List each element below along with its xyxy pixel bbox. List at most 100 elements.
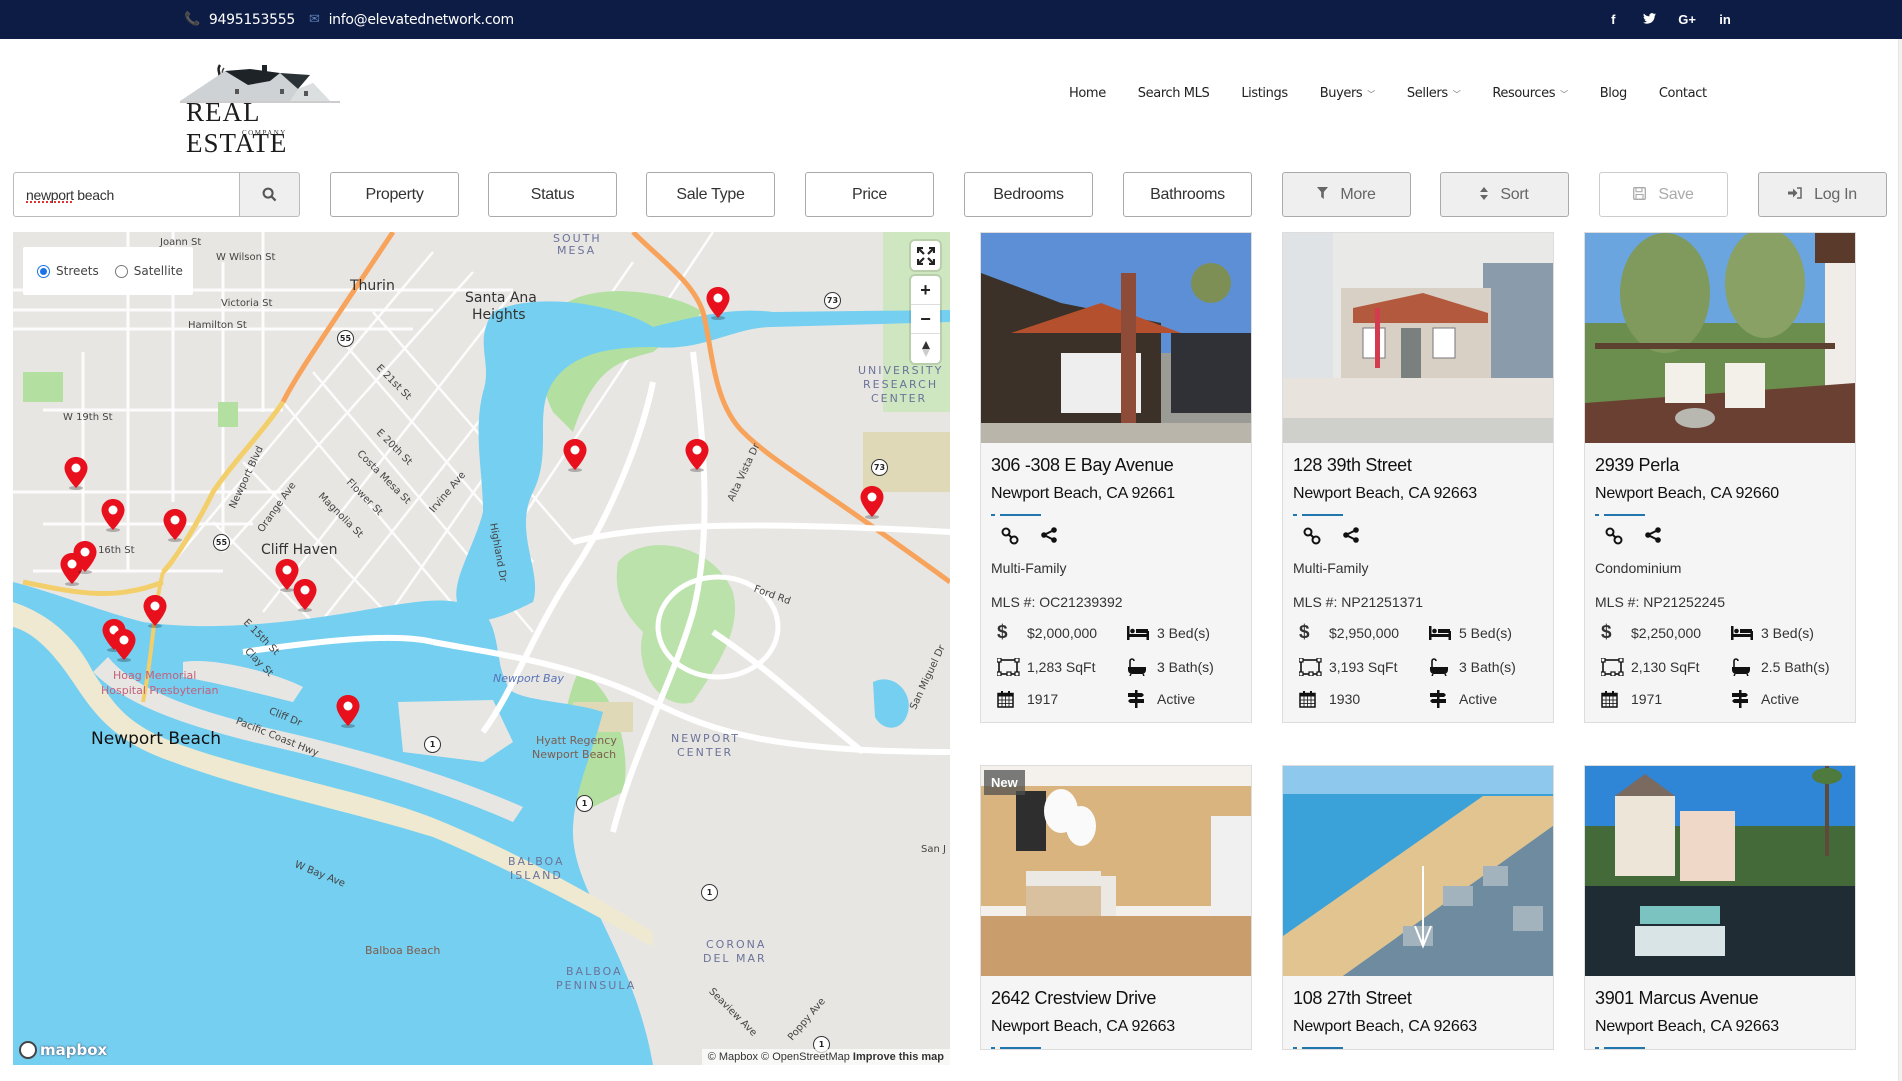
share-icon[interactable]: [1645, 527, 1661, 550]
listing-address[interactable]: 128 39th Street: [1293, 455, 1543, 476]
listing-card[interactable]: 3901 Marcus Avenue Newport Beach, CA 926…: [1584, 765, 1856, 1050]
listing-card[interactable]: 306 -308 E Bay Avenue Newport Beach, CA …: [980, 232, 1252, 723]
listing-photo[interactable]: [1283, 766, 1553, 976]
listing-address[interactable]: 3901 Marcus Avenue: [1595, 988, 1845, 1009]
fullscreen-button[interactable]: [911, 241, 940, 270]
sqft-value: 3,193 SqFt: [1329, 659, 1398, 675]
listing-card[interactable]: 2939 Perla Newport Beach, CA 92660 Condo…: [1584, 232, 1856, 723]
listing-photo[interactable]: [1585, 233, 1855, 443]
accent-divider: [1595, 1047, 1645, 1049]
expand-icon: [916, 246, 935, 265]
phone-number[interactable]: 9495153555: [209, 12, 295, 28]
map-marker-pin[interactable]: [292, 578, 318, 612]
share-icon[interactable]: [1343, 527, 1359, 550]
email-address[interactable]: info@elevatednetwork.com: [329, 12, 515, 28]
sqft-fact: 1,283 SqFt: [997, 658, 1127, 676]
location-search-input[interactable]: [13, 172, 240, 217]
listing-card[interactable]: 128 39th Street Newport Beach, CA 92663 …: [1282, 232, 1554, 723]
sale-type-filter-button[interactable]: Sale Type: [646, 172, 775, 217]
nav-contact[interactable]: Contact: [1643, 86, 1723, 101]
map-marker-pin[interactable]: [335, 694, 361, 728]
radio-satellite[interactable]: [114, 264, 128, 278]
listing-address[interactable]: 2939 Perla: [1595, 455, 1845, 476]
mapbox-logo[interactable]: mapbox: [19, 1041, 107, 1059]
nav-resources[interactable]: Resources ﹀: [1476, 86, 1583, 101]
google-plus-icon[interactable]: G+: [1678, 12, 1696, 27]
listing-photo[interactable]: [1585, 766, 1855, 976]
map-marker-pin[interactable]: [684, 438, 710, 472]
link-icon[interactable]: [1303, 527, 1321, 550]
compass-icon: [921, 340, 930, 357]
more-filters-button[interactable]: More: [1282, 172, 1411, 217]
nav-sellers[interactable]: Sellers ﹀: [1391, 86, 1476, 101]
improve-map-link[interactable]: Improve this map: [853, 1051, 944, 1063]
dollar-icon: $: [997, 622, 1008, 643]
map-type-satellite[interactable]: Satellite: [114, 264, 183, 278]
listing-photo[interactable]: [1283, 233, 1553, 443]
listings-map[interactable]: Joann St W Wilson St Thurin Victoria St …: [13, 232, 950, 1065]
button-label: Log In: [1814, 185, 1857, 203]
facebook-icon[interactable]: f: [1606, 12, 1620, 27]
top-contact-bar: 📞 9495153555 ✉ info@elevatednetwork.com …: [0, 0, 1902, 39]
price-value: $2,950,000: [1329, 625, 1400, 641]
map-marker-pin[interactable]: [162, 508, 188, 542]
signpost-icon: [1429, 690, 1455, 708]
listing-address[interactable]: 306 -308 E Bay Avenue: [991, 455, 1241, 476]
map-marker-pin[interactable]: [142, 594, 168, 628]
bathrooms-filter-button[interactable]: Bathrooms: [1123, 172, 1252, 217]
listing-address[interactable]: 2642 Crestview Drive: [991, 988, 1241, 1009]
company-logo[interactable]: REAL ESTATE COMPANY: [180, 59, 360, 158]
map-marker-pin[interactable]: [111, 628, 137, 662]
nav-blog[interactable]: Blog: [1584, 86, 1643, 101]
map-marker-pin[interactable]: [100, 498, 126, 532]
zoom-in-button[interactable]: +: [911, 276, 940, 305]
listing-card[interactable]: 108 27th Street Newport Beach, CA 92663: [1282, 765, 1554, 1050]
compass-button[interactable]: [911, 334, 940, 363]
listing-address[interactable]: 108 27th Street: [1293, 988, 1543, 1009]
listing-photo[interactable]: [981, 233, 1251, 443]
bedrooms-filter-button[interactable]: Bedrooms: [964, 172, 1093, 217]
linkedin-icon[interactable]: in: [1718, 12, 1732, 27]
login-button[interactable]: Log In: [1758, 172, 1887, 217]
listing-results: 306 -308 E Bay Avenue Newport Beach, CA …: [980, 232, 1860, 1081]
listing-city: Newport Beach, CA 92660: [1595, 485, 1779, 502]
status-filter-button[interactable]: Status: [488, 172, 617, 217]
status-fact: Active: [1127, 690, 1257, 708]
map-marker-pin[interactable]: [859, 485, 885, 519]
map-marker-pin[interactable]: [705, 286, 731, 320]
nav-label: Listings: [1241, 86, 1288, 101]
sort-icon: [1480, 186, 1489, 203]
button-label: Property: [365, 185, 424, 203]
floor-plan-icon: [1601, 658, 1627, 676]
floor-plan-icon: [997, 658, 1023, 676]
nav-home[interactable]: Home: [1053, 86, 1122, 101]
mls-number: MLS #: OC21239392: [991, 594, 1123, 610]
phone-contact[interactable]: 📞 9495153555: [184, 0, 295, 39]
save-search-button[interactable]: Save: [1599, 172, 1728, 217]
nav-listings[interactable]: Listings: [1225, 86, 1303, 101]
listing-photo[interactable]: New: [981, 766, 1251, 976]
nav-buyers[interactable]: Buyers ﹀: [1304, 86, 1391, 101]
email-contact[interactable]: ✉ info@elevatednetwork.com: [309, 0, 514, 39]
radio-streets[interactable]: [37, 264, 50, 278]
attribution-text[interactable]: © Mapbox © OpenStreetMap: [708, 1051, 850, 1063]
button-label: More: [1340, 185, 1376, 203]
floppy-disk-icon: [1633, 186, 1647, 203]
map-type-streets[interactable]: Streets: [37, 264, 99, 278]
zoom-out-button[interactable]: −: [911, 305, 940, 334]
page-scrollbar[interactable]: [1898, 39, 1902, 1081]
map-marker-pin[interactable]: [72, 540, 98, 574]
link-icon[interactable]: [1605, 527, 1623, 550]
share-icon[interactable]: [1041, 527, 1057, 550]
nav-search-mls[interactable]: Search MLS: [1122, 86, 1226, 101]
twitter-icon[interactable]: [1642, 12, 1656, 27]
price-filter-button[interactable]: Price: [805, 172, 934, 217]
search-button[interactable]: [239, 172, 300, 217]
property-filter-button[interactable]: Property: [330, 172, 459, 217]
map-marker-pin[interactable]: [63, 456, 89, 490]
sort-button[interactable]: Sort: [1440, 172, 1569, 217]
status-value: Active: [1157, 691, 1196, 707]
map-marker-pin[interactable]: [562, 438, 588, 472]
listing-card[interactable]: New 2642 Crestview Drive Newport Beach, …: [980, 765, 1252, 1050]
link-icon[interactable]: [1001, 527, 1019, 550]
